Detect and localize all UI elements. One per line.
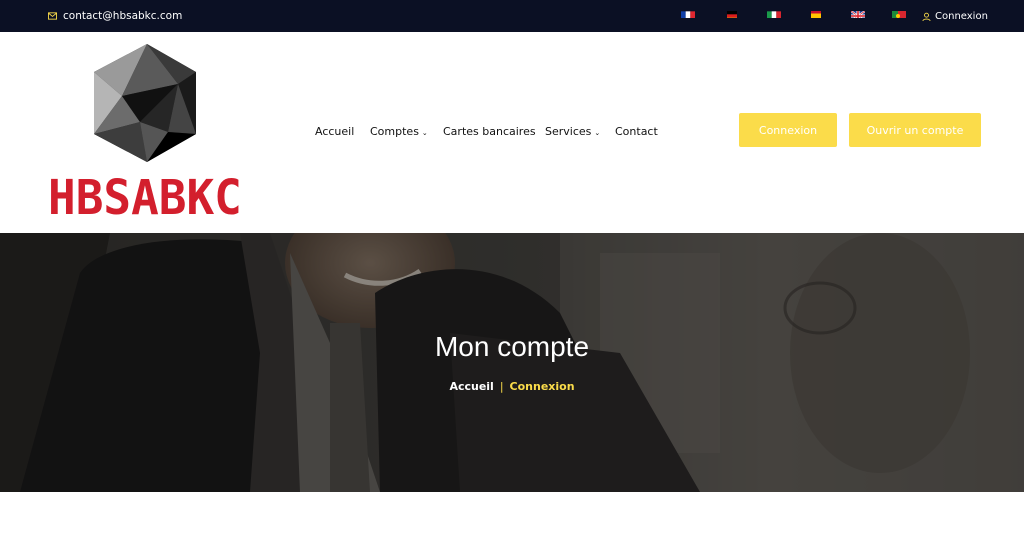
site-header: HBSABKC Accueil Comptes ⌄ Cartes bancair… <box>0 32 1024 233</box>
nav-comptes[interactable]: Comptes ⌄ <box>370 125 428 138</box>
breadcrumb-home-link[interactable]: Accueil <box>449 380 493 393</box>
topbar-login-link[interactable]: Connexion <box>922 11 988 22</box>
flag-uk-icon[interactable] <box>851 8 865 18</box>
user-icon <box>922 12 931 21</box>
nav-contact[interactable]: Contact <box>615 125 658 138</box>
nav-services-label: Services <box>545 125 592 138</box>
flag-pt-icon[interactable] <box>892 8 906 18</box>
icosahedron-logo-icon <box>94 44 196 162</box>
login-button[interactable]: Connexion <box>739 113 837 147</box>
flag-fr-icon[interactable] <box>681 8 695 18</box>
nav-comptes-label: Comptes <box>370 125 419 138</box>
logo-wordmark: HBSABKC <box>48 168 242 226</box>
nav-cartes-bancaires[interactable]: Cartes bancaires <box>443 125 536 138</box>
page-hero-banner: Mon compte Accueil | Connexion <box>0 233 1024 492</box>
breadcrumb-separator: | <box>499 380 504 393</box>
flag-es-icon[interactable] <box>809 8 823 18</box>
nav-services[interactable]: Services ⌄ <box>545 125 600 138</box>
flag-it-icon[interactable] <box>767 8 781 18</box>
chevron-down-icon: ⌄ <box>421 128 428 137</box>
open-account-button[interactable]: Ouvrir un compte <box>849 113 981 147</box>
nav-accueil-label: Accueil <box>315 125 355 138</box>
breadcrumb: Accueil | Connexion <box>0 380 1024 393</box>
nav-contact-label: Contact <box>615 125 658 138</box>
site-logo[interactable]: HBSABKC <box>48 44 244 224</box>
breadcrumb-current: Connexion <box>509 380 575 393</box>
chevron-down-icon: ⌄ <box>594 128 601 137</box>
contact-email-link[interactable]: contact@hbsabkc.com <box>48 10 182 22</box>
nav-cartes-label: Cartes bancaires <box>443 125 536 138</box>
page-title: Mon compte <box>434 331 590 362</box>
top-bar: contact@hbsabkc.com Connexion <box>0 0 1024 32</box>
flag-de-icon[interactable] <box>725 8 739 18</box>
envelope-icon <box>48 12 57 20</box>
contact-email-text: contact@hbsabkc.com <box>63 10 183 22</box>
topbar-login-label: Connexion <box>935 11 988 22</box>
nav-accueil[interactable]: Accueil <box>315 125 354 138</box>
